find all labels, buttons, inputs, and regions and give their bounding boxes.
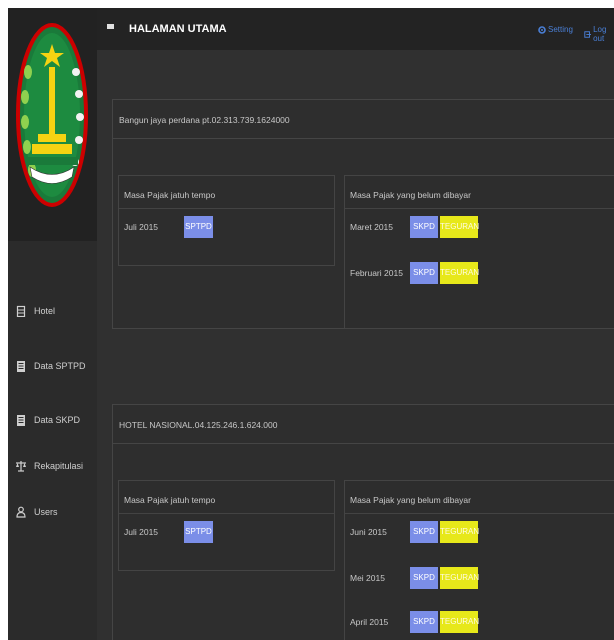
due-tax-heading: Masa Pajak jatuh tempo xyxy=(119,481,334,514)
sidebar-item-users[interactable]: Users xyxy=(8,501,97,523)
scale-icon xyxy=(15,460,27,472)
tax-period: Juli 2015 xyxy=(124,222,159,232)
skpd-button[interactable]: SKPD xyxy=(410,567,438,589)
setting-label: Setting xyxy=(548,25,573,34)
sidebar-item-label: Data SKPD xyxy=(34,415,81,425)
tax-period: Juli 2015 xyxy=(124,527,159,537)
app-window: Hotel Data SPTPD Data SKPD Rekapitulasi … xyxy=(8,8,614,640)
teguran-button[interactable]: TEGURAN xyxy=(440,262,479,284)
sidebar-item-data-sptpd[interactable]: Data SPTPD xyxy=(8,355,97,377)
teguran-button[interactable]: TEGURAN xyxy=(440,216,479,238)
skpd-button[interactable]: SKPD xyxy=(410,521,438,543)
list-item: Juni 2015 SKPD TEGURAN xyxy=(350,521,479,543)
main-content: Bangun jaya perdana pt.02.313.739.162400… xyxy=(97,50,614,640)
hotel-panel: Bangun jaya perdana pt.02.313.739.162400… xyxy=(112,99,614,329)
top-bar: HALAMAN UTAMA Setting Log out xyxy=(97,8,614,50)
teguran-button[interactable]: TEGURAN xyxy=(440,521,479,543)
tax-period: Mei 2015 xyxy=(350,573,385,583)
skpd-button[interactable]: SKPD xyxy=(410,262,438,284)
sidebar-item-label: Users xyxy=(34,507,58,517)
skpd-button[interactable]: SKPD xyxy=(410,611,438,633)
list-item: Maret 2015 SKPD TEGURAN xyxy=(350,216,479,238)
list-item: Mei 2015 SKPD TEGURAN xyxy=(350,567,479,589)
setting-link[interactable]: Setting xyxy=(538,25,573,34)
sidebar-item-rekapitulasi[interactable]: Rekapitulasi xyxy=(8,455,97,477)
unpaid-tax-box: Masa Pajak yang belum dibayar Juni 2015 … xyxy=(344,480,614,640)
page-title: HALAMAN UTAMA xyxy=(129,23,227,35)
document-icon xyxy=(15,360,27,372)
hotel-panel-title: Bangun jaya perdana pt.02.313.739.162400… xyxy=(113,100,614,139)
sidebar-item-label: Rekapitulasi xyxy=(34,461,84,471)
sptpd-button[interactable]: SPTPD xyxy=(184,216,213,238)
logout-label: Log out xyxy=(593,25,607,43)
teguran-button[interactable]: TEGURAN xyxy=(440,611,479,633)
sidebar: Hotel Data SPTPD Data SKPD Rekapitulasi … xyxy=(8,8,97,640)
list-item: Juli 2015 SPTPD xyxy=(124,216,213,238)
logo-area xyxy=(8,8,97,241)
list-item: Februari 2015 SKPD TEGURAN xyxy=(350,262,479,284)
due-tax-box: Masa Pajak jatuh tempo Juli 2015 SPTPD xyxy=(118,480,335,571)
hotel-panel: HOTEL NASIONAL.04.125.246.1.624.000 Masa… xyxy=(112,404,614,640)
teguran-button[interactable]: TEGURAN xyxy=(440,567,479,589)
logout-link[interactable]: Log out xyxy=(584,25,614,43)
sidebar-item-data-skpd[interactable]: Data SKPD xyxy=(8,409,97,431)
tax-period: April 2015 xyxy=(350,617,389,627)
gear-icon xyxy=(538,25,546,34)
sidebar-item-label: Data SPTPD xyxy=(34,361,86,371)
sidebar-item-label: Hotel xyxy=(34,306,56,316)
building-icon xyxy=(15,305,27,317)
due-tax-heading: Masa Pajak jatuh tempo xyxy=(119,176,334,209)
unpaid-tax-box: Masa Pajak yang belum dibayar Maret 2015… xyxy=(344,175,614,329)
tax-period: Februari 2015 xyxy=(350,268,403,278)
document-icon xyxy=(15,414,27,426)
tax-period: Maret 2015 xyxy=(350,222,393,232)
tax-period: Juni 2015 xyxy=(350,527,387,537)
list-item: April 2015 SKPD TEGURAN xyxy=(350,611,479,633)
sptpd-button[interactable]: SPTPD xyxy=(184,521,213,543)
unpaid-tax-heading: Masa Pajak yang belum dibayar xyxy=(345,176,614,209)
skpd-button[interactable]: SKPD xyxy=(410,216,438,238)
list-item: Juli 2015 SPTPD xyxy=(124,521,213,543)
menu-toggle-button[interactable] xyxy=(107,24,114,29)
regency-logo xyxy=(16,23,88,207)
due-tax-box: Masa Pajak jatuh tempo Juli 2015 SPTPD xyxy=(118,175,335,266)
sidebar-item-hotel[interactable]: Hotel xyxy=(8,300,97,322)
hotel-panel-title: HOTEL NASIONAL.04.125.246.1.624.000 xyxy=(113,405,614,444)
user-icon xyxy=(15,506,27,518)
unpaid-tax-heading: Masa Pajak yang belum dibayar xyxy=(345,481,614,514)
logout-icon xyxy=(584,30,592,38)
